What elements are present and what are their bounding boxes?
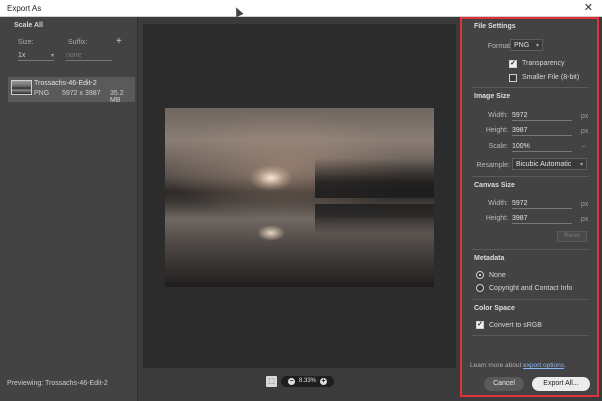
zoom-in-button[interactable]: + xyxy=(320,378,327,385)
resample-select[interactable]: Bicubic Automatic ▾ xyxy=(512,158,587,170)
canvas-size-title: Canvas Size xyxy=(474,182,515,189)
previewing-label: Previewing: Trossachs-46-Edit-2 xyxy=(7,380,108,387)
preview-area xyxy=(143,24,456,368)
resample-label: Resample: xyxy=(476,162,510,169)
color-space-title: Color Space xyxy=(474,305,515,312)
file-size: 35.2 MB xyxy=(110,90,124,104)
link-proportions-icon[interactable]: ⌐ xyxy=(582,144,586,150)
transparency-checkbox[interactable]: ✓ xyxy=(509,60,517,68)
suffix-label: Suffix: xyxy=(68,39,88,46)
zoom-level: 8.33% xyxy=(299,378,317,384)
image-height-input[interactable]: 3987 xyxy=(512,127,572,136)
smaller-file-checkbox[interactable] xyxy=(509,74,517,82)
format-select-value: PNG xyxy=(514,42,530,49)
file-name: Trossachs-46-Edit-2 xyxy=(34,80,97,87)
metadata-copyright-label: Copyright and Contact Info xyxy=(489,285,573,292)
reset-button[interactable]: Reset xyxy=(557,231,587,242)
add-scale-icon[interactable]: + xyxy=(116,36,122,47)
chevron-down-icon: ▾ xyxy=(50,53,54,59)
canvas-height-unit: px xyxy=(581,216,589,223)
convert-srgb-label: Convert to sRGB xyxy=(489,322,542,329)
divider xyxy=(472,299,589,300)
chevron-down-icon: ▾ xyxy=(535,43,539,49)
cancel-button[interactable]: Cancel xyxy=(484,377,524,391)
canvas-height-label: Height: xyxy=(485,215,508,222)
zoom-out-button[interactable]: − xyxy=(288,378,295,385)
preview-image xyxy=(165,108,434,287)
image-height-unit: px xyxy=(581,128,589,135)
title-bar: Export As ✕ xyxy=(0,0,602,17)
resample-select-value: Bicubic Automatic xyxy=(516,161,572,168)
suffix-input[interactable]: none xyxy=(66,52,112,61)
canvas-width-input[interactable]: 5972 xyxy=(512,200,572,209)
chevron-down-icon: ▾ xyxy=(579,162,583,168)
metadata-none-label: None xyxy=(489,272,506,279)
close-icon[interactable]: ✕ xyxy=(584,2,593,14)
divider xyxy=(472,87,589,88)
export-options-link[interactable]: export options xyxy=(523,362,564,369)
image-width-label: Width: xyxy=(488,112,508,119)
scale-label: Scale: xyxy=(488,143,508,150)
left-panel: Scale All Size: Suffix: + 1x ▾ none Tros… xyxy=(0,17,138,401)
file-settings-title: File Settings xyxy=(474,23,516,30)
transparency-label: Transparency xyxy=(522,60,565,67)
file-list-item[interactable]: Trossachs-46-Edit-2 PNG 5972 x 3987 35.2… xyxy=(8,77,135,104)
image-height-label: Height: xyxy=(485,127,508,134)
divider xyxy=(472,249,589,250)
smaller-file-label: Smaller File (8-bit) xyxy=(522,74,580,81)
divider xyxy=(472,335,589,336)
zoom-controls: ⬚ − 8.33% + xyxy=(266,376,334,388)
file-dimensions: 5972 x 3987 xyxy=(62,90,101,97)
export-all-button[interactable]: Export All... xyxy=(532,377,590,391)
learn-more-prefix: Learn more about xyxy=(470,362,524,369)
settings-panel: File Settings Format: PNG ▾ ✓ Transparen… xyxy=(460,17,599,397)
preview-trees xyxy=(315,158,434,198)
file-type: PNG xyxy=(34,90,50,97)
canvas-height-input[interactable]: 3987 xyxy=(512,215,572,224)
window-title: Export As xyxy=(7,4,42,13)
size-label: Size: xyxy=(18,39,34,46)
format-label: Format: xyxy=(487,43,512,50)
image-size-title: Image Size xyxy=(474,93,511,100)
image-width-input[interactable]: 5972 xyxy=(512,112,572,121)
size-select-value: 1x xyxy=(18,52,26,59)
scale-all-heading: Scale All xyxy=(14,22,43,29)
learn-more-text: Learn more about export options. xyxy=(470,362,566,369)
scale-input[interactable]: 100% xyxy=(512,143,572,152)
metadata-copyright-radio[interactable] xyxy=(476,284,484,292)
learn-more-suffix: . xyxy=(563,362,566,369)
format-select[interactable]: PNG ▾ xyxy=(510,39,543,51)
metadata-none-radio[interactable] xyxy=(476,271,484,279)
file-thumbnail xyxy=(11,80,32,95)
canvas-fit-icon[interactable]: ⬚ xyxy=(266,376,277,387)
size-select[interactable]: 1x ▾ xyxy=(18,52,54,61)
metadata-title: Metadata xyxy=(474,255,505,262)
canvas-width-label: Width: xyxy=(488,200,508,207)
image-width-unit: px xyxy=(581,113,589,120)
canvas-width-unit: px xyxy=(581,201,589,208)
convert-srgb-checkbox[interactable]: ✓ xyxy=(476,321,484,329)
zoom-pill: − 8.33% + xyxy=(281,376,334,387)
divider xyxy=(472,176,589,177)
preview-reflection xyxy=(315,204,434,234)
